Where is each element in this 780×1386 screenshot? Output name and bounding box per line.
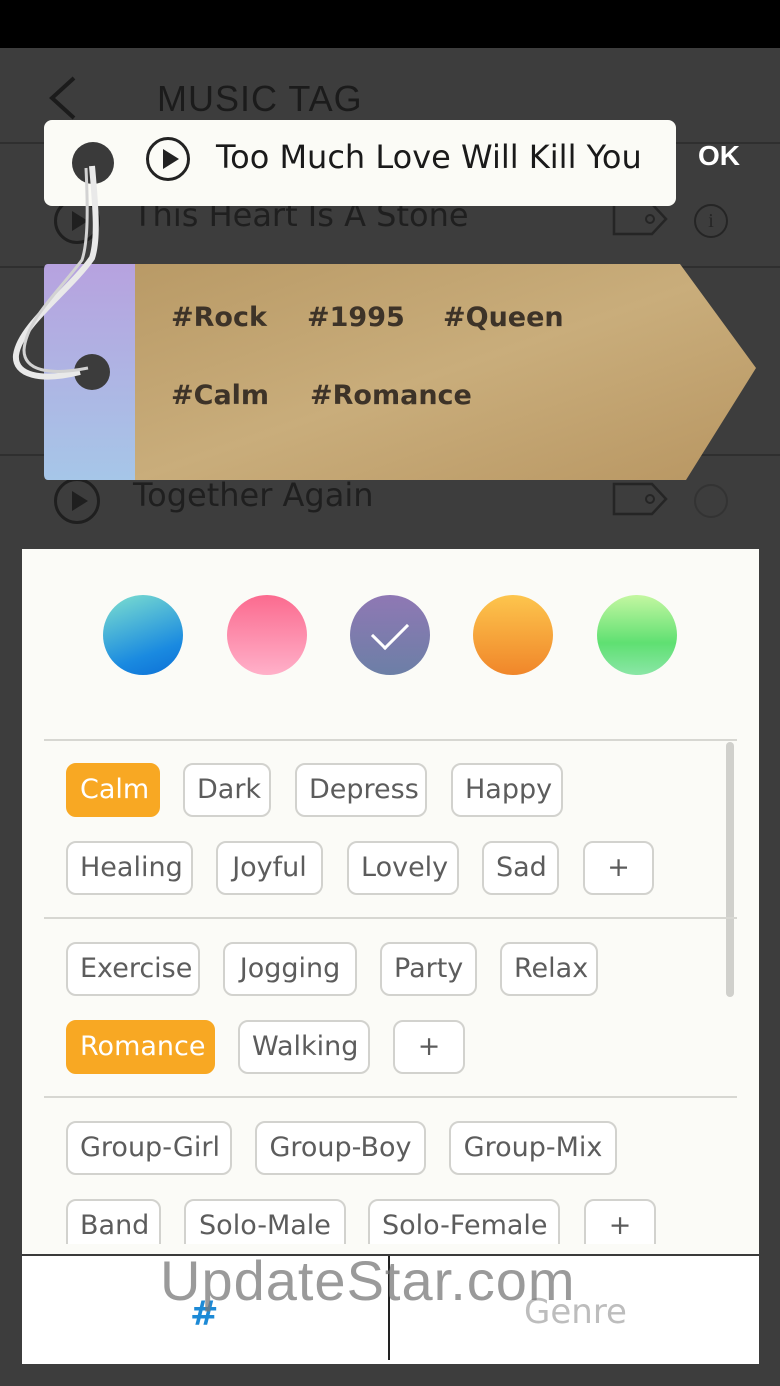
chip-exercise[interactable]: Exercise <box>66 942 200 996</box>
play-icon[interactable] <box>146 137 190 181</box>
tag-picker-panel: Calm Dark Depress Happy Healing Joyful L… <box>22 549 759 1364</box>
color-swatch-green[interactable] <box>597 595 677 675</box>
ok-button[interactable]: OK <box>698 140 740 172</box>
tag-icon[interactable] <box>612 202 668 236</box>
tag-label: #Rock <box>171 302 267 333</box>
tag-icon[interactable] <box>612 482 668 516</box>
color-swatches <box>22 549 759 739</box>
chip-group-boy[interactable]: Group-Boy <box>255 1121 426 1175</box>
tag-label: #Queen <box>443 302 564 333</box>
tag-label: #Calm <box>171 380 270 411</box>
chip-joyful[interactable]: Joyful <box>216 841 323 895</box>
chip-list[interactable]: Calm Dark Depress Happy Healing Joyful L… <box>22 739 759 1244</box>
tag-label: #Romance <box>310 380 472 411</box>
chip-dark[interactable]: Dark <box>183 763 271 817</box>
page-title: MUSIC TAG <box>157 78 363 119</box>
chip-group-mix[interactable]: Group-Mix <box>449 1121 617 1175</box>
music-tag-card: #Rock #1995 #Queen #Calm #Romance <box>40 262 760 484</box>
chip-walking[interactable]: Walking <box>238 1020 370 1074</box>
tag-label: #1995 <box>307 302 405 333</box>
status-bar <box>0 0 780 48</box>
chip-band[interactable]: Band <box>66 1199 161 1244</box>
separator <box>44 917 737 919</box>
chip-solo-male[interactable]: Solo-Male <box>184 1199 346 1244</box>
watermark: UpdateStar.com <box>160 1249 576 1312</box>
color-swatch-orange[interactable] <box>473 595 553 675</box>
chip-depress[interactable]: Depress <box>295 763 427 817</box>
chip-healing[interactable]: Healing <box>66 841 193 895</box>
color-swatch-pink[interactable] <box>227 595 307 675</box>
chip-solo-female[interactable]: Solo-Female <box>368 1199 560 1244</box>
tag-string <box>12 165 99 380</box>
chip-group-girl[interactable]: Group-Girl <box>66 1121 232 1175</box>
chip-jogging[interactable]: Jogging <box>223 942 357 996</box>
info-icon[interactable] <box>694 484 728 518</box>
add-chip-button[interactable]: + <box>393 1020 465 1074</box>
chip-happy[interactable]: Happy <box>451 763 563 817</box>
chip-romance[interactable]: Romance <box>66 1020 215 1074</box>
check-icon <box>370 611 410 651</box>
chip-sad[interactable]: Sad <box>482 841 559 895</box>
chip-lovely[interactable]: Lovely <box>347 841 459 895</box>
color-swatch-purple[interactable] <box>350 595 430 675</box>
separator <box>44 1096 737 1098</box>
color-swatch-blue[interactable] <box>103 595 183 675</box>
tag-shape <box>44 264 756 480</box>
info-icon[interactable]: i <box>694 204 728 238</box>
add-chip-button[interactable]: + <box>583 841 654 895</box>
add-chip-button[interactable]: + <box>584 1199 656 1244</box>
chip-relax[interactable]: Relax <box>500 942 598 996</box>
current-song-title: Too Much Love Will Kill You <box>216 138 642 176</box>
chip-calm[interactable]: Calm <box>66 763 160 817</box>
play-icon[interactable] <box>54 478 100 524</box>
chip-party[interactable]: Party <box>380 942 477 996</box>
back-arrow-icon[interactable] <box>44 74 80 122</box>
